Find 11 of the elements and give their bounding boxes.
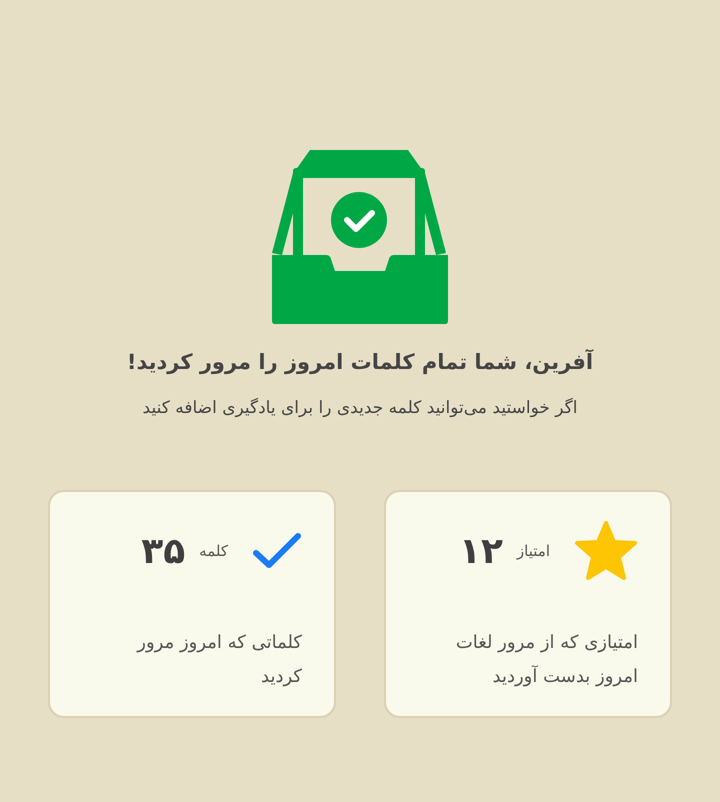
stat-description: کلماتی که امروز مرور کردید	[136, 631, 302, 689]
inbox-check-icon	[272, 150, 448, 324]
completion-title: آفرین، شما تمام کلمات امروز را مرور کردید!	[126, 350, 594, 374]
stat-value: ۱۲	[458, 530, 503, 572]
completion-subtitle: اگر خواستید می‌توانید کلمه جدیدی را برای یادگیری اضافه کنید	[142, 398, 578, 418]
stat-label: کلمه	[199, 542, 228, 560]
stat-value: ۳۵	[141, 530, 186, 572]
star-icon	[574, 520, 638, 582]
checkmark-icon	[252, 532, 302, 570]
stat-description: امتیازی که از مرور لغات امروز بدست آوردید	[454, 631, 638, 689]
stat-label: امتیاز	[516, 542, 550, 560]
